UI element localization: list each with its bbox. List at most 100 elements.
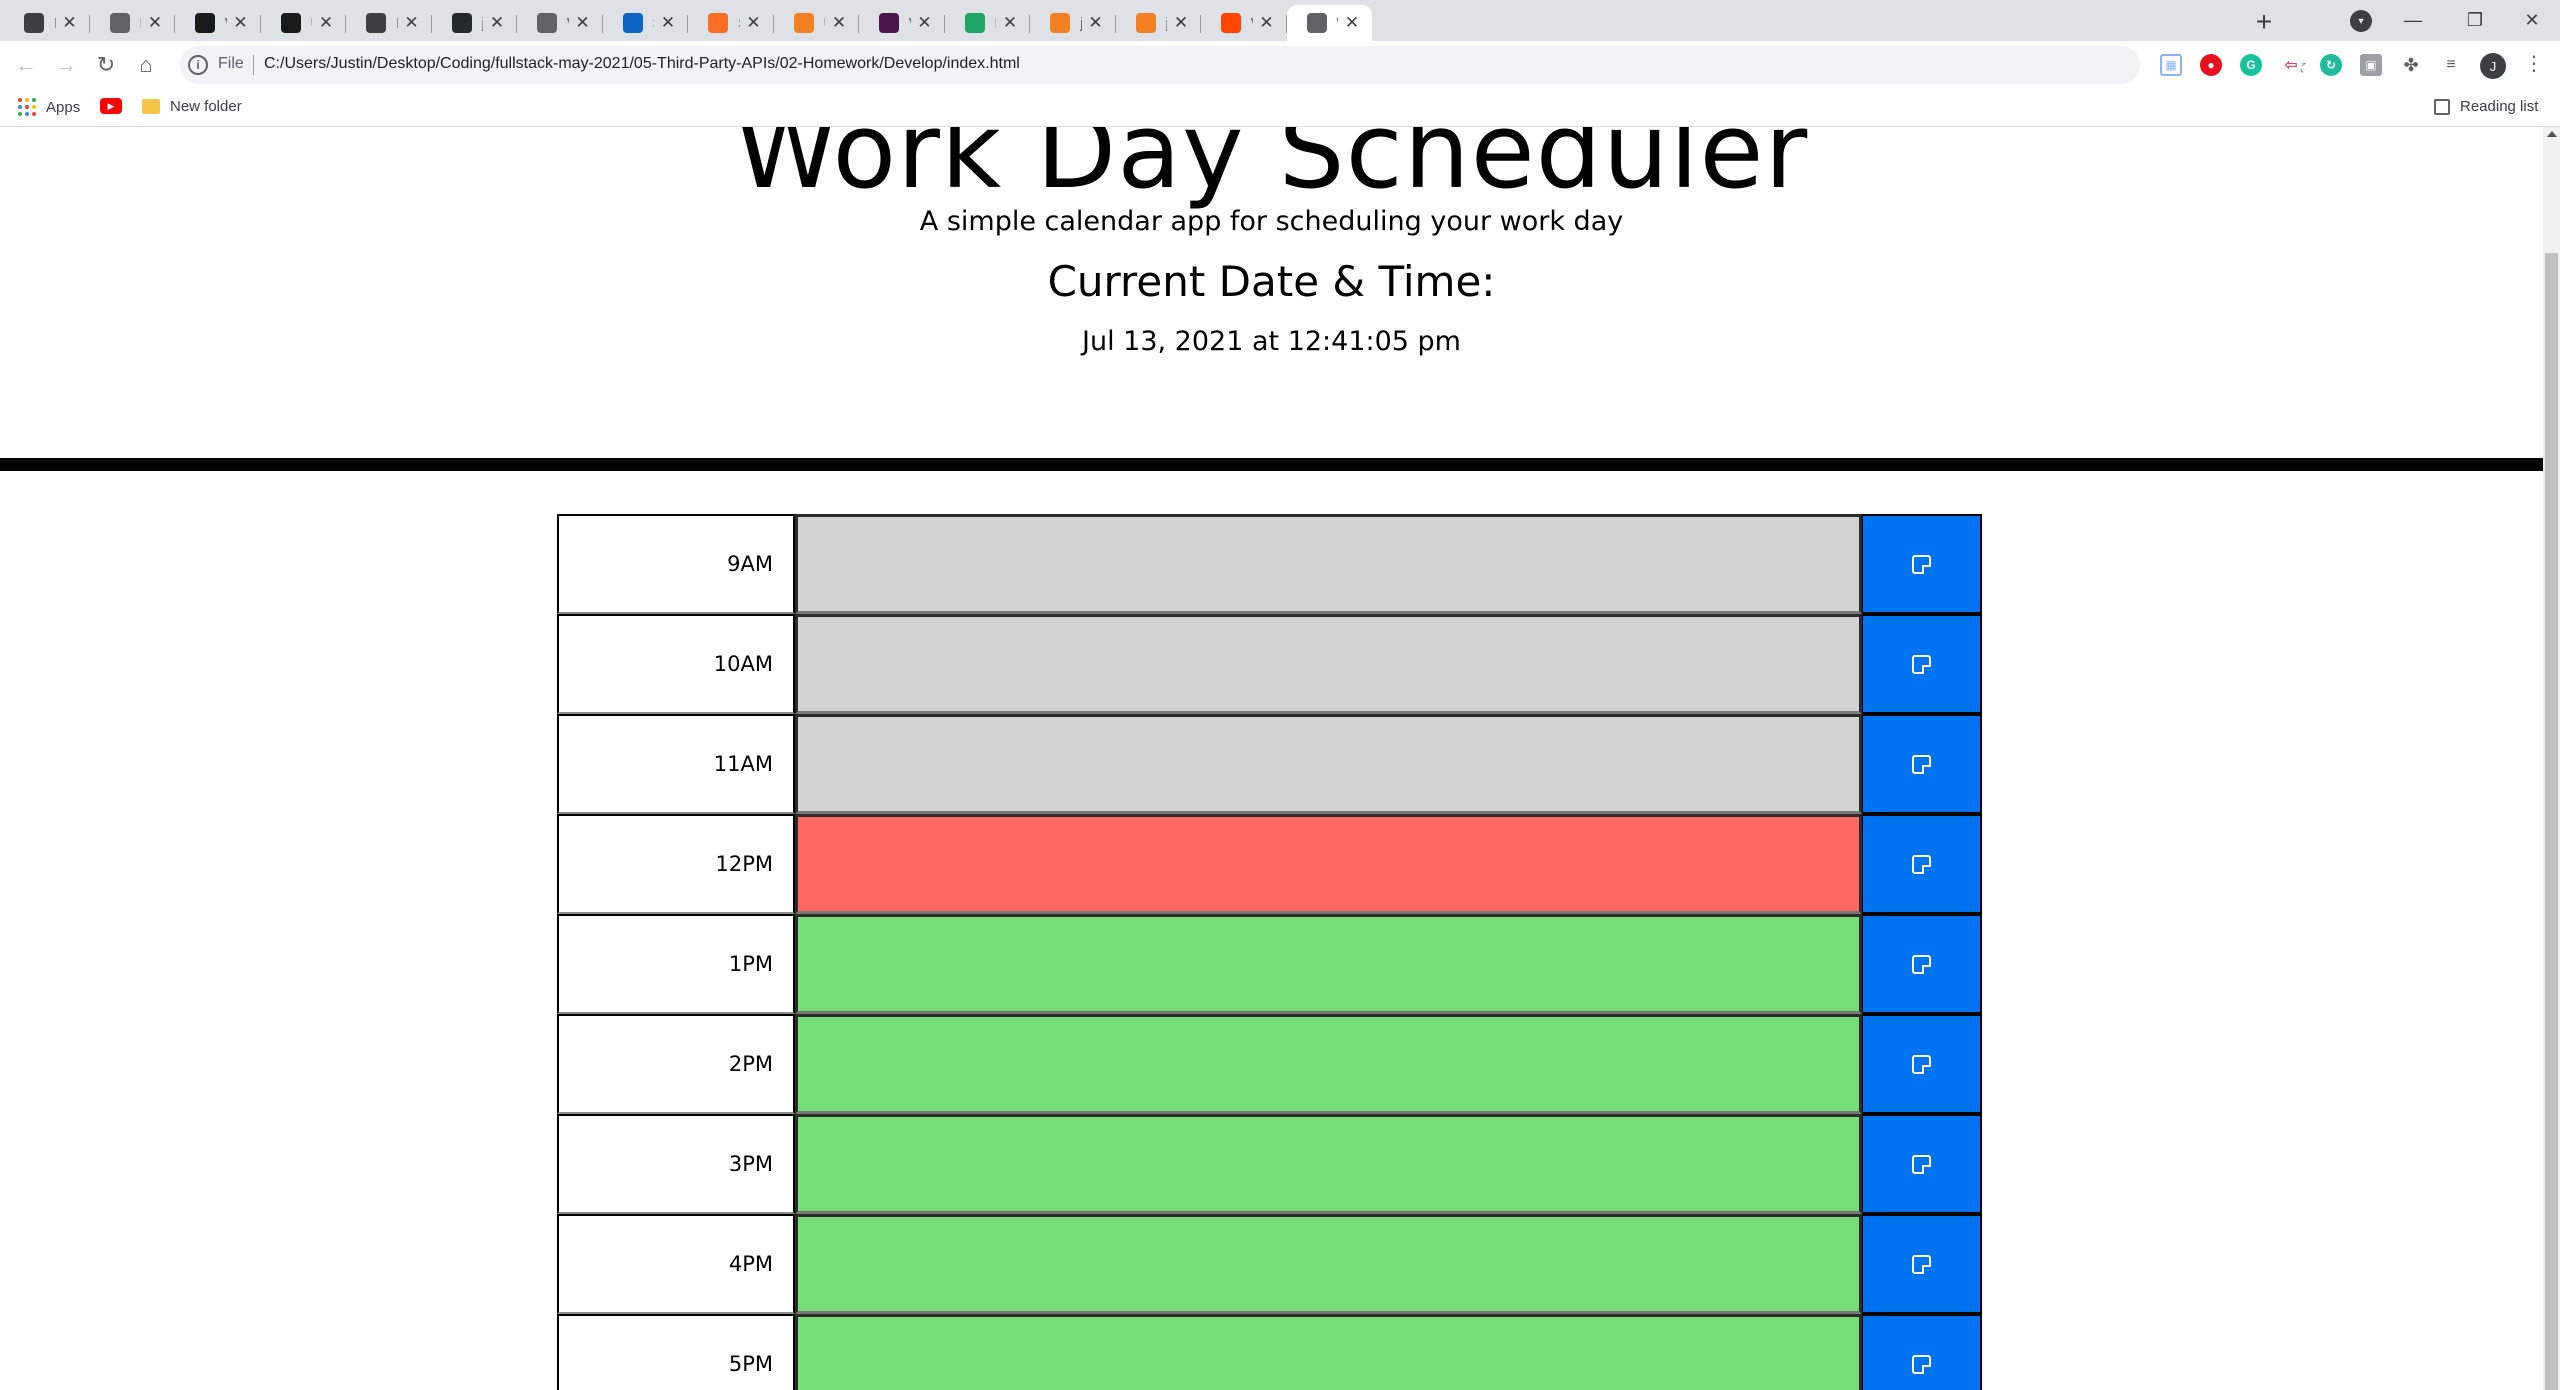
extensions-puzzle-icon[interactable]: ✤	[2400, 54, 2422, 76]
bookmark-folder-label: New folder	[170, 98, 242, 115]
pdf-extension-icon[interactable]: ▣	[2360, 54, 2382, 76]
browser-tab[interactable]: EdAid - Fi ✕	[4, 5, 90, 41]
address-bar[interactable]: i File C:/Users/Justin/Desktop/Coding/fu…	[180, 46, 2308, 84]
tab-label: My Drive	[995, 15, 997, 32]
event-description-input[interactable]	[795, 614, 1862, 714]
page-subtitle: A simple calendar app for scheduling you…	[919, 206, 1624, 237]
extension-arrow-icon[interactable]: ⇦	[2280, 54, 2302, 76]
bookmark-apps[interactable]: Apps	[18, 98, 80, 116]
event-description-input[interactable]	[795, 714, 1862, 814]
browser-tab[interactable]: Sign in ✕	[688, 5, 774, 41]
tab-close-icon[interactable]: ✕	[145, 13, 165, 33]
tab-search-icon[interactable]: ▾	[2350, 10, 2372, 32]
separator	[253, 55, 254, 75]
bookmark-new-folder[interactable]: New folder	[142, 98, 242, 115]
hour-label: 3PM	[557, 1114, 795, 1214]
menu-kebab-icon[interactable]: ⋮	[2524, 51, 2544, 76]
tab-close-icon[interactable]: ✕	[1000, 13, 1020, 33]
time-block-row: 1PM	[557, 914, 1982, 1014]
tab-close-icon[interactable]: ✕	[915, 13, 935, 33]
media-queue-icon[interactable]: ≡	[2440, 54, 2462, 76]
event-description-input[interactable]	[795, 814, 1862, 914]
save-button[interactable]	[1862, 914, 1982, 1014]
browser-tab[interactable]: UX/UI Pa✕	[261, 5, 346, 41]
tab-close-icon[interactable]: ✕	[316, 13, 336, 33]
scroll-up-arrow-icon[interactable]	[2547, 131, 2557, 137]
adblock-extension-icon[interactable]: ●	[2200, 54, 2222, 76]
browser-tab[interactable]: Welcome ✕	[859, 5, 945, 41]
tab-close-icon[interactable]: ✕	[402, 13, 422, 33]
reload-icon[interactable]: ↻	[90, 49, 122, 81]
save-note-icon	[1912, 654, 1931, 674]
hour-label: 2PM	[557, 1014, 795, 1114]
save-button[interactable]	[1862, 1314, 1982, 1390]
url-text[interactable]: C:/Users/Justin/Desktop/Coding/fullstack…	[264, 55, 1020, 73]
tab-close-icon[interactable]: ✕	[1171, 13, 1191, 33]
current-datetime-value: Jul 13, 2021 at 12:41:05 pm	[1082, 326, 1461, 357]
tab-close-icon[interactable]: ✕	[1257, 13, 1277, 33]
close-window-button[interactable]: ✕	[2504, 0, 2560, 41]
minimize-button[interactable]: —	[2385, 0, 2441, 41]
event-description-input[interactable]	[795, 514, 1862, 614]
time-block-row: 4PM	[557, 1214, 1982, 1314]
tab-close-icon[interactable]: ✕	[744, 13, 764, 33]
browser-tab[interactable]: Web Dev ✕	[175, 5, 261, 41]
tab-label: User jylia	[824, 15, 826, 32]
vertical-scrollbar[interactable]	[2543, 127, 2560, 1390]
scroll-thumb[interactable]	[2545, 253, 2558, 1390]
event-description-input[interactable]	[795, 1214, 1862, 1314]
home-icon[interactable]: ⌂	[130, 49, 162, 81]
save-button[interactable]	[1862, 1114, 1982, 1214]
sync-extension-icon[interactable]: ↻	[2320, 54, 2342, 76]
hour-label: 4PM	[557, 1214, 795, 1314]
tab-close-icon[interactable]: ✕	[487, 13, 507, 33]
tab-close-icon[interactable]: ✕	[60, 13, 80, 33]
save-button[interactable]	[1862, 1214, 1982, 1314]
tab-close-icon[interactable]: ✕	[658, 13, 678, 33]
tab-label: javascrip	[1166, 15, 1168, 32]
info-icon[interactable]: i	[188, 55, 208, 75]
github-icon	[451, 13, 472, 33]
drive-icon	[964, 13, 985, 33]
save-button[interactable]	[1862, 1014, 1982, 1114]
browser-tab[interactable]: Work Da✕	[517, 5, 603, 41]
stackoverflow-icon	[793, 13, 814, 33]
event-description-input[interactable]	[795, 1314, 1862, 1390]
restore-button[interactable]: ❐	[2447, 0, 2503, 41]
tab-label: Work Da	[1337, 15, 1339, 32]
bookmark-youtube[interactable]: ▶	[100, 98, 122, 114]
tab-close-icon[interactable]: ✕	[231, 13, 251, 33]
browser-tab[interactable]: Module ✕	[346, 5, 432, 41]
tab-close-icon[interactable]: ✕	[573, 13, 593, 33]
forward-icon[interactable]: →	[50, 49, 82, 81]
browser-tab[interactable]: javascrip✕	[1116, 5, 1201, 41]
edaid-icon	[24, 13, 44, 33]
event-description-input[interactable]	[795, 914, 1862, 1014]
browser-tab[interactable]: User jylia✕	[774, 5, 859, 41]
event-description-input[interactable]	[795, 1114, 1862, 1214]
save-button[interactable]	[1862, 514, 1982, 614]
save-note-icon	[1912, 1154, 1931, 1174]
browser-tab[interactable]: Sign Up ✕	[603, 5, 688, 41]
reading-list-button[interactable]: Reading list	[2434, 98, 2538, 115]
extension-icon[interactable]: ▦	[2160, 54, 2182, 76]
save-button[interactable]	[1862, 614, 1982, 714]
tab-close-icon[interactable]: ✕	[1086, 13, 1106, 33]
grammarly-extension-icon[interactable]: G	[2240, 54, 2262, 76]
back-icon[interactable]: ←	[10, 49, 42, 81]
profile-avatar[interactable]: J	[2480, 53, 2506, 79]
event-description-input[interactable]	[795, 1014, 1862, 1114]
new-tab-button[interactable]: +	[2248, 6, 2280, 38]
save-button[interactable]	[1862, 714, 1982, 814]
browser-tab[interactable]: My Drive✕	[945, 5, 1030, 41]
browser-tab[interactable]: jyliao369✕	[432, 5, 517, 41]
browser-tab[interactable]: javascrip✕	[1030, 5, 1116, 41]
tab-close-icon[interactable]: ✕	[1342, 13, 1362, 33]
browser-tab[interactable]: What's g ✕	[1201, 5, 1287, 41]
browser-tab[interactable]: Login to ✕	[90, 5, 175, 41]
tab-close-icon[interactable]: ✕	[829, 13, 849, 33]
save-note-icon	[1912, 1254, 1931, 1274]
save-button[interactable]	[1862, 814, 1982, 914]
time-block-container: 9AM 10AM 11AM 12PM 1PM 2PM 3PM 4PM 5PM	[557, 514, 1982, 1390]
browser-tab[interactable]: Work Da✕	[1286, 5, 1372, 41]
